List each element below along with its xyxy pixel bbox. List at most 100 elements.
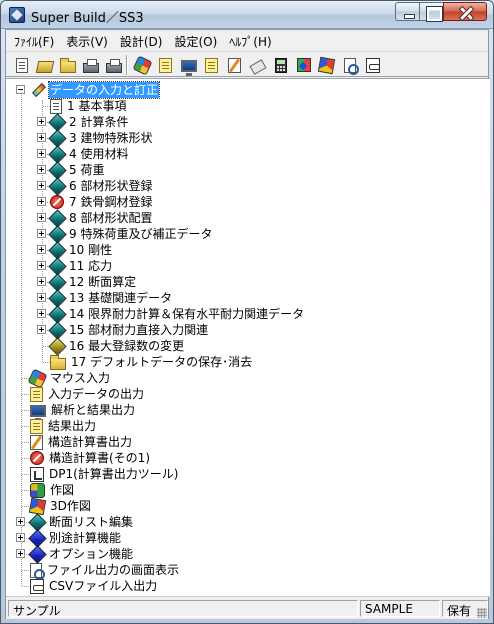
calc-sheet-icon xyxy=(228,57,241,73)
expand-child-12[interactable] xyxy=(37,277,46,286)
tree-item[interactable]: データの入力と訂正 xyxy=(30,81,161,99)
tree-item[interactable]: 13 基礎関連データ xyxy=(48,289,173,308)
tree-item[interactable]: マウス入力 xyxy=(27,368,111,388)
tree-item[interactable]: 5 荷重 xyxy=(48,161,105,180)
analysis-button[interactable] xyxy=(177,55,200,76)
menu-settings[interactable]: 設定(O) xyxy=(168,30,223,50)
tree-item[interactable]: 9 特殊荷重及び補正データ xyxy=(48,225,213,244)
collapse-root[interactable] xyxy=(16,85,25,94)
structural-calc-button[interactable] xyxy=(246,55,269,75)
title-bar[interactable]: Super Build／SS3 xyxy=(1,1,493,29)
tree-item[interactable]: 6 部材形状登録 xyxy=(48,177,153,196)
tree-item-label: 17 デフォルトデータの保存･消去 xyxy=(71,355,253,369)
tree-item[interactable]: 12 断面算定 xyxy=(48,273,137,292)
tree-item[interactable]: ファイル出力の画面表示 xyxy=(30,562,180,580)
mouse-input-icon xyxy=(132,55,153,75)
tree-item-label: 12 断面算定 xyxy=(69,275,137,289)
maximize-button[interactable] xyxy=(419,2,444,22)
expand-child-11[interactable] xyxy=(37,261,46,270)
expand-child-14[interactable] xyxy=(37,309,46,318)
analysis-icon xyxy=(180,59,197,76)
print-preview-button[interactable] xyxy=(102,55,125,75)
app-icon[interactable] xyxy=(9,7,25,23)
print-button[interactable] xyxy=(79,55,102,75)
menu-design[interactable]: 設計(D) xyxy=(114,30,169,50)
open-folder-button[interactable] xyxy=(33,55,56,75)
minimize-button[interactable] xyxy=(395,2,420,21)
tree-item-label: CSVファイル入出力 xyxy=(49,579,158,593)
tree-item-label: データの入力と訂正 xyxy=(47,81,161,99)
menu-view[interactable]: 表示(V) xyxy=(60,30,114,50)
steel-icon xyxy=(50,195,64,209)
tree-item-label: 作図 xyxy=(50,483,75,497)
expand-child-10[interactable] xyxy=(37,245,46,254)
drawing-icon xyxy=(296,58,311,72)
tree-item-label: マウス入力 xyxy=(50,371,111,385)
expand-child-5[interactable] xyxy=(37,165,46,174)
tree-item[interactable]: 14 限界耐力計算＆保有水平耐力関連データ xyxy=(48,305,305,324)
gold-diamond-icon xyxy=(48,337,67,356)
csv-icon xyxy=(30,578,44,594)
tree-item[interactable]: オプション機能 xyxy=(28,545,134,564)
tree-item[interactable]: 2 計算条件 xyxy=(48,113,129,132)
expand-child-3[interactable] xyxy=(37,133,46,142)
tree-item[interactable]: 作図 xyxy=(30,482,75,498)
data-output-button[interactable] xyxy=(154,55,177,75)
tree-item[interactable]: 15 部材耐力直接入力関連 xyxy=(48,321,209,340)
expand-child-9[interactable] xyxy=(37,229,46,238)
expand-item-11[interactable] xyxy=(16,533,25,542)
tree-item[interactable]: 3 建物特殊形状 xyxy=(48,129,153,148)
3d-drawing-button[interactable] xyxy=(315,55,338,75)
tree-connector-line xyxy=(22,474,29,475)
tree-item[interactable]: 7 鉄骨鋼材登録 xyxy=(50,194,153,210)
tree-connector-line xyxy=(22,394,29,395)
folder-icon xyxy=(59,57,76,73)
tree-item[interactable]: DP1(計算書出力ツール) xyxy=(30,466,179,482)
tree-item[interactable]: 結果出力 xyxy=(30,418,97,434)
tree-item[interactable]: 3D作図 xyxy=(28,497,92,515)
expand-child-2[interactable] xyxy=(37,117,46,126)
expand-child-15[interactable] xyxy=(37,325,46,334)
expand-child-13[interactable] xyxy=(37,293,46,302)
tree-item[interactable]: 構造計算書出力 xyxy=(30,434,133,450)
structural-calc-icon xyxy=(248,58,267,75)
resize-grip[interactable] xyxy=(477,608,487,618)
close-button[interactable] xyxy=(443,2,487,21)
expand-child-6[interactable] xyxy=(37,181,46,190)
expand-child-4[interactable] xyxy=(37,149,46,158)
tree-item[interactable]: 4 使用材料 xyxy=(48,145,129,164)
csv-button[interactable] xyxy=(361,55,384,75)
calc-sheet-button[interactable] xyxy=(223,55,246,75)
tree-item[interactable]: CSVファイル入出力 xyxy=(30,578,158,594)
folder-button[interactable] xyxy=(56,55,79,75)
tree-item[interactable]: 10 剛性 xyxy=(48,241,113,260)
tree-item-label: 11 応力 xyxy=(69,259,113,273)
tree-item[interactable]: 別途計算機能 xyxy=(28,529,122,548)
expand-item-12[interactable] xyxy=(16,549,25,558)
drawing-button[interactable] xyxy=(292,55,315,75)
tree-item[interactable]: 1 基本事項 xyxy=(50,98,127,114)
tree-connector-line xyxy=(43,106,50,107)
expand-item-10[interactable] xyxy=(16,517,25,526)
status-mid: SAMPLE xyxy=(360,600,440,617)
tree-item[interactable]: 17 デフォルトデータの保存･消去 xyxy=(50,354,253,370)
result-output-button[interactable] xyxy=(200,55,223,75)
tree-item[interactable]: 11 応力 xyxy=(48,257,113,276)
status-left: サンプル xyxy=(8,600,358,618)
dp1-button[interactable] xyxy=(269,55,292,75)
expand-child-8[interactable] xyxy=(37,213,46,222)
tree-item-label: オプション機能 xyxy=(49,547,134,561)
menu-file[interactable]: ﾌｧｲﾙ(F) xyxy=(8,30,60,50)
menu-help[interactable]: ﾍﾙﾌﾟ(H) xyxy=(223,30,277,50)
new-document-button[interactable] xyxy=(10,55,33,75)
tree-item[interactable]: 16 最大登録数の変更 xyxy=(48,337,185,356)
tree-item[interactable]: 構造計算書(その1) xyxy=(30,450,151,466)
tree-item[interactable]: 入力データの出力 xyxy=(30,386,145,402)
screen-display-button[interactable] xyxy=(338,55,361,75)
tree-item[interactable]: 断面リスト編集 xyxy=(28,513,134,532)
tree-item[interactable]: 解析と結果出力 xyxy=(30,402,136,421)
data-tree-view[interactable]: データの入力と訂正 1 基本事項 2 計算条件 3 建物特殊形状 4 使用材料 5 荷重 6… xyxy=(6,78,490,597)
tree-item[interactable]: 8 部材形状配置 xyxy=(48,209,153,228)
expand-child-7[interactable] xyxy=(37,197,46,206)
mouse-input-button[interactable] xyxy=(131,55,154,75)
